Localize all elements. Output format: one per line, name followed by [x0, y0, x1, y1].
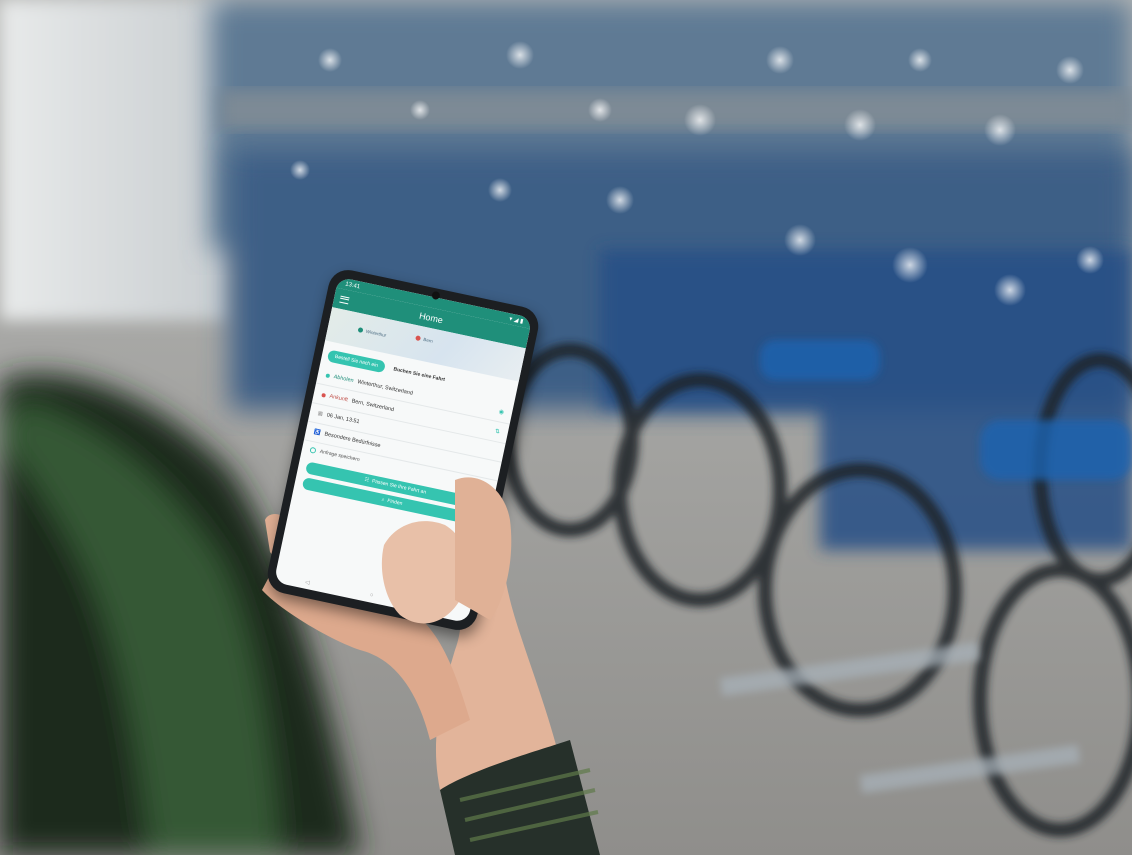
thumb-overlay — [381, 477, 512, 624]
photo-scene: 13:41 ▾ ◢ ▮ Home Winterthur Bern Bestell… — [0, 0, 1132, 855]
